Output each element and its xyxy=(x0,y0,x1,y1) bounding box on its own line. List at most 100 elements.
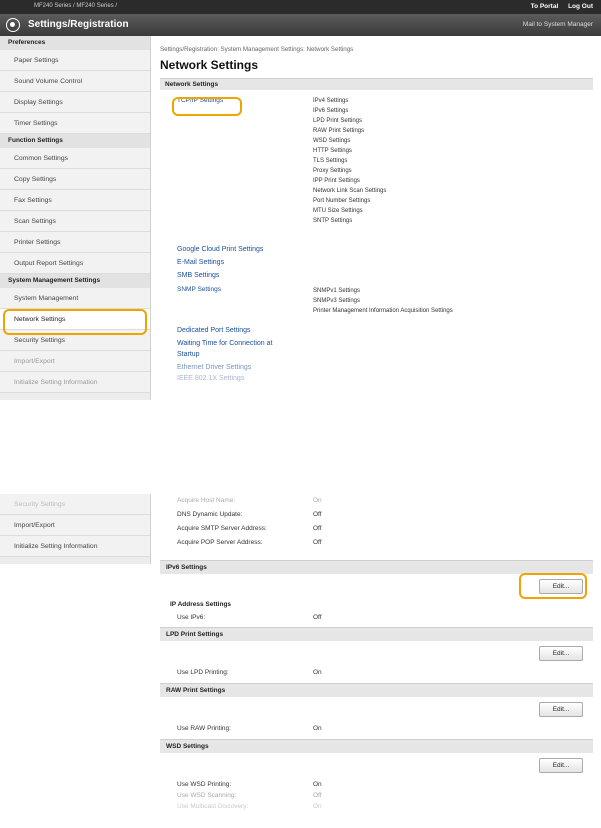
value: On xyxy=(313,781,322,788)
label: Use Multicast Discovery: xyxy=(177,803,249,810)
smb-settings-link[interactable]: SMB Settings xyxy=(177,272,593,285)
dedicated-port-link[interactable]: Dedicated Port Settings xyxy=(177,325,593,336)
sidebar-item-copy-settings[interactable]: Copy Settings xyxy=(0,169,150,190)
page-header-title: Settings/Registration xyxy=(28,19,129,30)
title-bar: Settings/Registration Mail to System Man… xyxy=(0,14,601,36)
sub-proxy: Proxy Settings xyxy=(313,168,352,174)
sub-raw: RAW Print Settings xyxy=(313,128,365,134)
raw-edit-button[interactable]: Edit... xyxy=(539,702,583,717)
sidebar: Preferences Paper Settings Sound Volume … xyxy=(0,36,151,400)
top-links: To Portal Log Out xyxy=(523,3,593,10)
row-use-ipv6: Use IPv6: Off xyxy=(160,611,593,625)
tcpip-settings-screenshot: Security Settings Import/Export Initiali… xyxy=(0,494,601,828)
value: Off xyxy=(313,792,322,799)
sidebar-item-display-settings[interactable]: Display Settings xyxy=(0,92,150,113)
lpd-edit-row: Edit... xyxy=(160,641,593,666)
sidebar-partial: Security Settings Import/Export Initiali… xyxy=(0,494,151,564)
sidebar-item-output-report[interactable]: Output Report Settings xyxy=(0,253,150,274)
label: Acquire SMTP Server Address: xyxy=(177,525,267,532)
row-use-lpd: Use LPD Printing: On xyxy=(160,666,593,680)
sub-ipp: IPP Print Settings xyxy=(313,178,360,184)
mail-system-manager-link[interactable]: Mail to System Manager xyxy=(523,21,593,28)
sub-sntp: SNTP Settings xyxy=(313,218,353,224)
sidebar-item-import-export-2[interactable]: Import/Export xyxy=(0,515,150,536)
google-cloud-print-link[interactable]: Google Cloud Print Settings xyxy=(177,246,593,259)
sub-tls: TLS Settings xyxy=(313,158,348,164)
section-wsd: WSD Settings xyxy=(160,739,593,753)
value: Off xyxy=(313,539,322,546)
row-use-multicast-discovery: Use Multicast Discovery: On xyxy=(160,800,593,811)
sub-printer-mgmt-info: Printer Management Information Acquisiti… xyxy=(313,308,453,314)
sub-port-number: Port Number Settings xyxy=(313,198,371,204)
value: Off xyxy=(313,614,322,621)
waiting-time-link[interactable]: Waiting Time for Connection at xyxy=(177,338,593,349)
ieee-8021x-link[interactable]: IEEE 802.1X Settings xyxy=(177,373,593,384)
section-raw: RAW Print Settings xyxy=(160,683,593,697)
sidebar-item-security-settings-2[interactable]: Security Settings xyxy=(0,494,150,515)
top-bar: MF240 Series / MF240 Series / To Portal … xyxy=(0,0,601,14)
label: Use IPv6: xyxy=(177,614,206,621)
label: Use LPD Printing: xyxy=(177,669,229,676)
sidebar-group-function: Function Settings xyxy=(0,134,150,148)
section-ipv6: IPv6 Settings xyxy=(160,560,593,574)
sub-snmpv3: SNMPv3 Settings xyxy=(313,298,361,304)
sidebar-item-common-settings[interactable]: Common Settings xyxy=(0,148,150,169)
waiting-time-link-cont[interactable]: Startup xyxy=(177,349,593,360)
sub-mtu: MTU Size Settings xyxy=(313,208,363,214)
value: Off xyxy=(313,525,322,532)
ethernet-driver-link[interactable]: Ethernet Driver Settings xyxy=(177,362,593,373)
wsd-edit-row: Edit... xyxy=(160,753,593,778)
sub-snmpv1: SNMPv1 Settings xyxy=(313,288,361,294)
sidebar-item-fax-settings[interactable]: Fax Settings xyxy=(0,190,150,211)
label: Use RAW Printing: xyxy=(177,725,231,732)
more-links: Dedicated Port Settings Waiting Time for… xyxy=(160,325,593,384)
wsd-edit-button[interactable]: Edit... xyxy=(539,758,583,773)
log-out-link[interactable]: Log Out xyxy=(568,3,593,10)
value: Off xyxy=(313,511,322,518)
lpd-edit-button[interactable]: Edit... xyxy=(539,646,583,661)
sidebar-group-preferences: Preferences xyxy=(0,36,150,50)
row-use-wsd-scanning: Use WSD Scanning: Off xyxy=(160,789,593,800)
other-links: Google Cloud Print Settings E-Mail Setti… xyxy=(160,246,593,285)
breadcrumb: Settings/Registration: System Management… xyxy=(160,46,354,53)
label: Acquire Host Name: xyxy=(177,497,236,504)
highlight-tcpip xyxy=(172,97,242,116)
sidebar-item-sound-volume[interactable]: Sound Volume Control xyxy=(0,71,150,92)
sidebar-item-paper-settings[interactable]: Paper Settings xyxy=(0,50,150,71)
sidebar-item-import-export[interactable]: Import/Export xyxy=(0,351,150,372)
label: Acquire POP Server Address: xyxy=(177,539,263,546)
label: DNS Dynamic Update: xyxy=(177,511,243,518)
sidebar-item-initialize[interactable]: Initialize Setting Information xyxy=(0,372,150,393)
label: Use WSD Printing: xyxy=(177,781,232,788)
value: On xyxy=(313,725,322,732)
main-content: Settings/Registration: System Management… xyxy=(160,36,593,400)
page-title: Network Settings xyxy=(160,58,259,72)
section-lpd: LPD Print Settings xyxy=(160,627,593,641)
value: On xyxy=(313,669,322,676)
to-portal-link[interactable]: To Portal xyxy=(531,3,559,10)
highlight-network-settings xyxy=(3,309,147,335)
row-acquire-host-name: Acquire Host Name: On xyxy=(160,494,593,508)
email-settings-link[interactable]: E-Mail Settings xyxy=(177,259,593,272)
row-acquire-pop: Acquire POP Server Address: Off xyxy=(160,536,593,550)
value: On xyxy=(313,803,322,810)
sidebar-item-initialize-2[interactable]: Initialize Setting Information xyxy=(0,536,150,557)
device-breadcrumb: MF240 Series / MF240 Series / xyxy=(34,3,118,9)
highlight-ipv6-edit xyxy=(519,573,587,599)
raw-edit-row: Edit... xyxy=(160,697,593,722)
sidebar-item-system-management[interactable]: System Management xyxy=(0,288,150,309)
snmp-settings-link[interactable]: SNMP Settings xyxy=(177,286,221,293)
row-use-wsd-printing: Use WSD Printing: On xyxy=(160,778,593,789)
sidebar-item-printer-settings[interactable]: Printer Settings xyxy=(0,232,150,253)
sub-ipv4: IPv4 Settings xyxy=(313,98,349,104)
row-use-raw: Use RAW Printing: On xyxy=(160,722,593,736)
snmp-row: SNMP Settings SNMPv1 Settings SNMPv3 Set… xyxy=(160,285,593,325)
row-dns-dynamic-update: DNS Dynamic Update: Off xyxy=(160,508,593,522)
sidebar-item-scan-settings[interactable]: Scan Settings xyxy=(0,211,150,232)
sub-network-link-scan: Network Link Scan Settings xyxy=(313,188,387,194)
section-header-network: Network Settings xyxy=(160,78,593,90)
sub-ipv6: IPv6 Settings xyxy=(313,108,349,114)
sidebar-item-timer-settings[interactable]: Timer Settings xyxy=(0,113,150,134)
snmp-sub-list: SNMPv1 Settings SNMPv3 Settings Printer … xyxy=(313,286,453,316)
settings-gear-icon xyxy=(6,18,20,32)
